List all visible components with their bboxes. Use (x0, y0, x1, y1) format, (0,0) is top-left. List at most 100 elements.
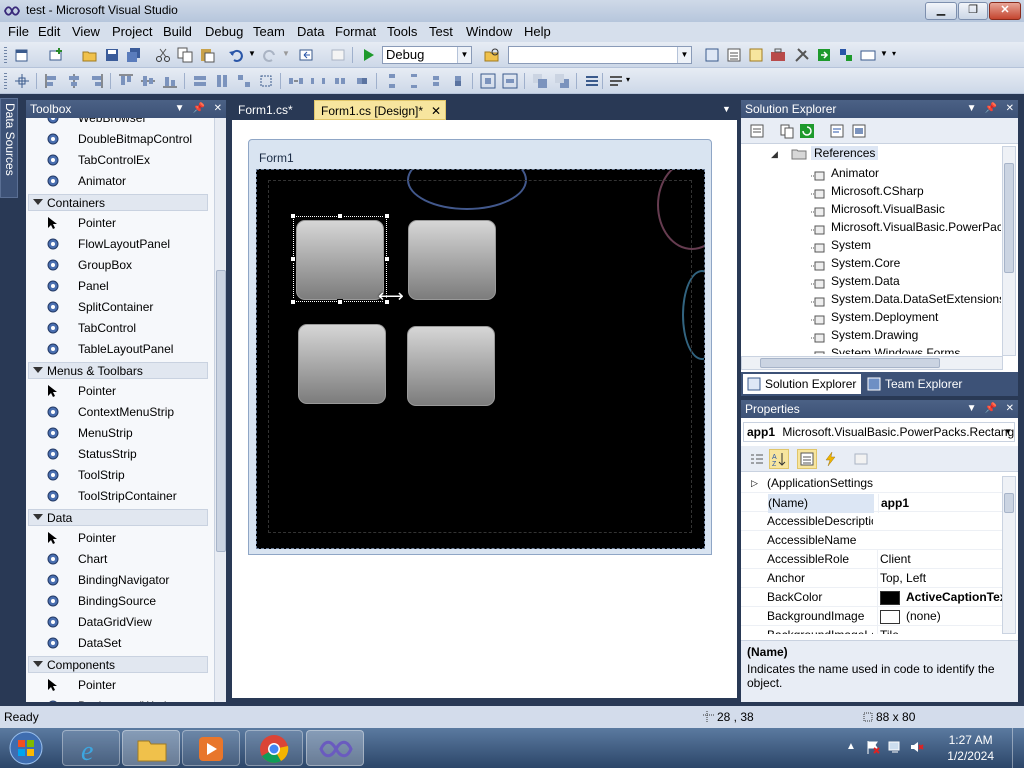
rectangle-shape-2[interactable] (408, 220, 496, 300)
resize-handle[interactable] (290, 299, 296, 305)
window-position-icon[interactable]: ▼ (175, 103, 185, 114)
property-row[interactable]: BackgroundImage (none) (741, 607, 1003, 626)
toolbox-item[interactable]: ContextMenuStrip (26, 402, 214, 423)
menu-test[interactable]: Test (429, 24, 453, 39)
start-debugging-icon[interactable] (360, 47, 376, 63)
scrollbar-thumb[interactable] (760, 358, 940, 368)
toolbox-item[interactable]: TabControlEx (26, 150, 214, 171)
chevron-down-icon[interactable]: ▼ (1004, 423, 1012, 441)
property-row[interactable]: AccessibleRole Client (741, 550, 1003, 569)
property-row[interactable]: Anchor Top, Left (741, 569, 1003, 588)
toolbar-grip[interactable] (4, 73, 7, 89)
volume-muted-icon[interactable] (910, 740, 924, 754)
toolbox-item[interactable]: Panel (26, 276, 214, 297)
toolbox-item[interactable]: DoubleBitmapControl (26, 129, 214, 150)
form-client-area[interactable] (256, 169, 705, 549)
view-code-icon[interactable] (829, 123, 845, 139)
close-button[interactable]: ✕ (989, 2, 1021, 20)
horizontal-spacing-icon[interactable] (288, 73, 304, 89)
rectangle-shape-4[interactable] (407, 326, 495, 406)
redo-icon[interactable] (262, 47, 278, 63)
property-value[interactable]: (none) (877, 607, 1003, 626)
extension-manager-icon[interactable] (838, 47, 854, 63)
align-middles-icon[interactable] (140, 73, 156, 89)
properties-icon[interactable] (749, 123, 765, 139)
undo-icon[interactable] (228, 47, 244, 63)
align-lefts-icon[interactable] (44, 73, 60, 89)
window-position-icon[interactable]: ▼ (967, 103, 977, 114)
property-row[interactable]: ▷ (ApplicationSettings (741, 474, 1003, 493)
property-grid-scrollbar[interactable] (1002, 476, 1016, 634)
properties-window-icon[interactable] (726, 47, 742, 63)
menu-team[interactable]: Team (253, 24, 285, 39)
decrease-vertical-spacing-icon[interactable] (428, 73, 444, 89)
scrollbar-thumb[interactable] (1004, 493, 1014, 513)
events-lightning-icon[interactable] (823, 451, 839, 467)
send-to-back-icon[interactable] (554, 73, 570, 89)
toolbox-item[interactable]: Pointer (26, 381, 214, 402)
toolbar-overflow-icon[interactable]: ▾ (626, 75, 630, 84)
property-value[interactable]: app1 (878, 494, 1003, 513)
toolbox-item[interactable]: TableLayoutPanel (26, 339, 214, 360)
taskbar-visual-studio[interactable] (306, 730, 364, 766)
data-sources-tab[interactable]: Data Sources (0, 98, 18, 198)
system-clock[interactable]: 1:27 AM 1/2/2024 (947, 732, 994, 764)
show-desktop-button[interactable] (1012, 728, 1024, 768)
scrollbar-thumb[interactable] (216, 270, 226, 552)
property-value[interactable]: Top, Left (877, 569, 1003, 588)
command-window-icon[interactable] (860, 47, 876, 63)
refresh-icon[interactable] (799, 123, 815, 139)
taskbar-media-player[interactable] (182, 730, 240, 766)
window-position-icon[interactable]: ▼ (967, 403, 977, 414)
property-row[interactable]: AccessibleName (741, 531, 1003, 550)
increase-vertical-spacing-icon[interactable] (406, 73, 422, 89)
save-all-icon[interactable] (126, 47, 142, 63)
align-tops-icon[interactable] (118, 73, 134, 89)
property-row[interactable]: BackgroundImageLayout Tile (741, 626, 1003, 634)
toolbox-item[interactable]: ToolStrip (26, 465, 214, 486)
resize-handle[interactable] (290, 256, 296, 262)
toolbox-item[interactable]: ToolStripContainer (26, 486, 214, 507)
rectangle-shape-3[interactable] (298, 324, 386, 404)
toolbox-item[interactable]: Chart (26, 549, 214, 570)
toolbox-item[interactable]: DataSet (26, 633, 214, 654)
menu-build[interactable]: Build (163, 24, 192, 39)
toolbox-item[interactable]: WebBrowser (26, 118, 214, 129)
align-rights-icon[interactable] (88, 73, 104, 89)
toolbox-item[interactable]: FlowLayoutPanel (26, 234, 214, 255)
windows-start-icon[interactable] (6, 730, 46, 766)
toolbox-icon[interactable] (770, 47, 786, 63)
show-hidden-icons-icon[interactable]: ▲ (846, 741, 856, 752)
close-icon[interactable]: ✕ (214, 103, 222, 114)
taskbar-chrome[interactable] (245, 730, 303, 766)
property-row[interactable]: (Name) app1 (741, 493, 1003, 513)
toolbox-item[interactable]: GroupBox (26, 255, 214, 276)
object-browser-icon[interactable] (748, 47, 764, 63)
menu-tools[interactable]: Tools (387, 24, 417, 39)
bring-to-front-icon[interactable] (532, 73, 548, 89)
toolbox-item[interactable]: Pointer (26, 213, 214, 234)
action-center-flag-icon[interactable] (866, 740, 880, 754)
close-icon[interactable]: ✕ (1006, 403, 1014, 414)
navigate-forward-icon[interactable] (330, 47, 346, 63)
find-combo[interactable]: ▼ (508, 46, 692, 64)
resize-handle[interactable] (337, 213, 343, 219)
menu-view[interactable]: View (72, 24, 100, 39)
add-item-icon[interactable] (48, 47, 64, 63)
center-horizontally-icon[interactable] (480, 73, 496, 89)
make-same-size-icon[interactable] (236, 73, 252, 89)
resize-handle[interactable] (384, 256, 390, 262)
property-row[interactable]: AccessibleDescriptic (741, 512, 1003, 531)
paste-icon[interactable] (199, 47, 215, 63)
property-row[interactable]: BackColor ActiveCaptionTex (741, 588, 1003, 607)
toolbox-item[interactable]: MenuStrip (26, 423, 214, 444)
toolbox-group-header[interactable]: Components (28, 656, 208, 673)
active-files-dropdown-icon[interactable]: ▼ (722, 104, 731, 114)
tools-icon[interactable] (794, 47, 810, 63)
remove-horizontal-spacing-icon[interactable] (354, 73, 370, 89)
pin-icon[interactable]: 📌 (985, 103, 997, 114)
maximize-button[interactable]: ❐ (958, 2, 988, 20)
taskbar-file-explorer[interactable] (122, 730, 180, 766)
toolbox-group-header[interactable]: Data (28, 509, 208, 526)
toolbar-overflow-icon[interactable]: ▾ (892, 49, 896, 58)
